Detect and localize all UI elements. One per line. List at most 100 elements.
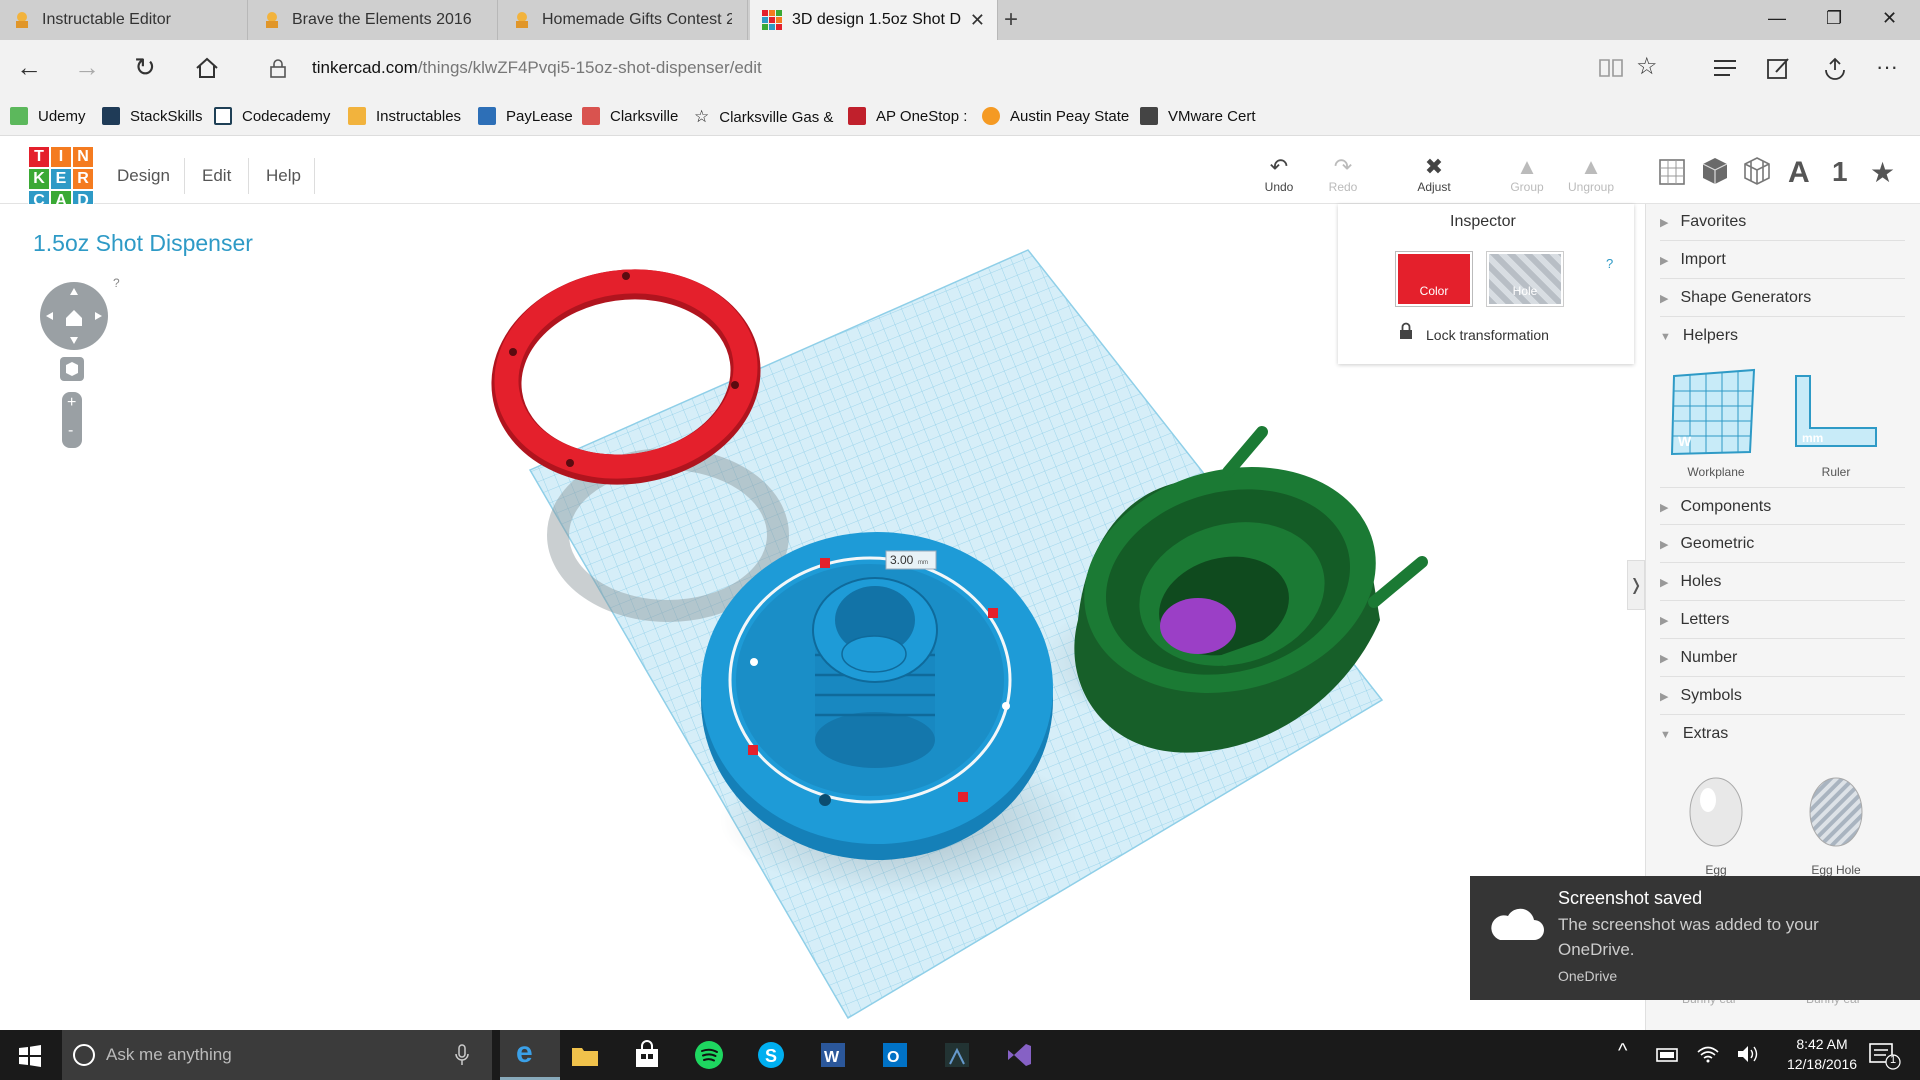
ungroup-button[interactable]: ▲ Ungroup [1561, 154, 1621, 194]
bookmark-clarksville[interactable]: Clarksville [582, 107, 678, 125]
microphone-icon[interactable] [454, 1044, 470, 1066]
menu-edit[interactable]: Edit [202, 166, 231, 186]
tab-instructable-editor[interactable]: Instructable Editor [0, 0, 248, 40]
outlook-icon[interactable]: O [880, 1040, 910, 1070]
file-explorer-icon[interactable] [570, 1040, 600, 1070]
workplane-helper[interactable]: W Workplane [1666, 366, 1766, 479]
visual-studio-icon[interactable] [1004, 1040, 1034, 1070]
category-number[interactable]: ▶ Number [1660, 639, 1905, 677]
wireframe-view-icon[interactable] [1742, 156, 1772, 186]
resize-handle[interactable] [988, 608, 998, 618]
menu-help[interactable]: Help [266, 166, 301, 186]
cortana-search-box[interactable]: Ask me anything [62, 1030, 492, 1080]
bookmark-paylease[interactable]: PayLease [478, 107, 573, 125]
hub-icon[interactable] [1712, 58, 1738, 78]
zoom-out-icon[interactable]: - [68, 422, 73, 440]
tab-3d-design[interactable]: 3D design 1.5oz Shot D ✕ [750, 0, 998, 40]
url-field[interactable]: tinkercad.com/things/klwZF4Pvqi5-15oz-sh… [312, 58, 762, 78]
tab-homemade-gifts[interactable]: Homemade Gifts Contest 2( [500, 0, 748, 40]
udemy-icon [10, 107, 28, 125]
zoom-in-icon[interactable]: + [67, 394, 76, 412]
bookmark-instructables[interactable]: Instructables [348, 107, 461, 125]
lock-transformation-label[interactable]: Lock transformation [1426, 327, 1549, 343]
category-geometric[interactable]: ▶ Geometric [1660, 525, 1905, 563]
group-button[interactable]: ▲ Group [1497, 154, 1557, 194]
bookmark-vmware[interactable]: VMware Cert [1140, 107, 1256, 125]
spotify-icon[interactable] [694, 1040, 724, 1070]
padlock-icon[interactable] [1399, 322, 1413, 340]
favorites-star-icon[interactable]: ★ [1870, 156, 1895, 189]
grid-view-icon[interactable] [1658, 158, 1686, 186]
view-cube-nav[interactable] [38, 280, 110, 352]
resize-handle[interactable] [958, 792, 968, 802]
number-shape-button[interactable]: 1 [1832, 156, 1848, 188]
nav-help-icon[interactable]: ? [113, 276, 120, 290]
bookmark-udemy[interactable]: Udemy [10, 107, 86, 125]
word-icon[interactable]: W [818, 1040, 848, 1070]
maximize-icon[interactable]: ❐ [1826, 8, 1842, 29]
dimension-label[interactable]: 3.00 mm [885, 550, 937, 570]
clock[interactable]: 8:42 AM 12/18/2016 [1770, 1034, 1874, 1074]
kindle-icon[interactable] [942, 1040, 972, 1070]
windows-start-icon[interactable] [18, 1044, 42, 1068]
share-icon[interactable] [1822, 56, 1848, 80]
color-swatch-button[interactable]: Color [1395, 251, 1473, 307]
reading-view-icon[interactable] [1598, 56, 1624, 80]
resize-handle[interactable] [748, 745, 758, 755]
close-window-icon[interactable]: ✕ [1882, 8, 1897, 29]
inspector-help-icon[interactable]: ? [1606, 256, 1613, 271]
category-letters[interactable]: ▶ Letters [1660, 601, 1905, 639]
expand-arrow-icon: ▶ [1660, 539, 1669, 551]
category-shape-generators[interactable]: ▶ Shape Generators [1660, 279, 1905, 317]
menu-design[interactable]: Design [117, 166, 170, 186]
bookmark-stackskills[interactable]: StackSkills [102, 107, 203, 125]
battery-icon[interactable] [1656, 1046, 1680, 1064]
minimize-icon[interactable]: — [1768, 8, 1786, 29]
codecademy-icon [214, 107, 232, 125]
category-import[interactable]: ▶ Import [1660, 241, 1905, 279]
collapse-arrow-icon: ▼ [1660, 331, 1671, 343]
text-shape-button[interactable]: A [1788, 156, 1810, 190]
hole-swatch-button[interactable]: Hole [1486, 251, 1564, 307]
undo-button[interactable]: ↶ Undo [1249, 154, 1309, 194]
forward-icon[interactable]: → [74, 52, 100, 83]
tinkercad-logo[interactable]: T I N K E R C A D [28, 146, 94, 212]
more-icon[interactable]: ··· [1876, 54, 1898, 80]
onedrive-notification[interactable]: Screenshot saved The screenshot was adde… [1470, 876, 1920, 1000]
ruler-helper[interactable]: mm Ruler [1786, 366, 1886, 479]
tab-brave-the-elements[interactable]: Brave the Elements 2016 [250, 0, 498, 40]
new-tab-button[interactable]: + [1004, 6, 1018, 34]
category-components[interactable]: ▶ Components [1660, 487, 1905, 525]
category-holes[interactable]: ▶ Holes [1660, 563, 1905, 601]
back-icon[interactable]: ← [16, 52, 42, 83]
store-icon[interactable] [632, 1040, 662, 1070]
category-symbols[interactable]: ▶ Symbols [1660, 677, 1905, 715]
redo-button[interactable]: ↷ Redo [1313, 154, 1373, 194]
show-hidden-icons[interactable]: ^ [1618, 1040, 1627, 1063]
wifi-icon[interactable] [1696, 1044, 1720, 1064]
adjust-button[interactable]: ✖ Adjust [1404, 154, 1464, 194]
skype-icon[interactable]: S [756, 1040, 786, 1070]
taskbar-edge[interactable]: e [500, 1030, 560, 1080]
category-favorites[interactable]: ▶ Favorites [1660, 203, 1905, 241]
web-note-icon[interactable] [1766, 56, 1792, 80]
box-view-icon[interactable] [1700, 156, 1730, 186]
bookmark-codecademy[interactable]: Codecademy [214, 107, 330, 125]
bookmark-austin-peay[interactable]: Austin Peay State [982, 107, 1129, 125]
favorite-star-icon[interactable]: ☆ [1636, 52, 1658, 81]
category-extras[interactable]: ▼ Extras [1660, 715, 1905, 753]
close-tab-icon[interactable]: ✕ [970, 10, 985, 31]
refresh-icon[interactable]: ↻ [134, 52, 156, 83]
blue-base-shape[interactable] [701, 532, 1053, 860]
egg-hole-shape-item[interactable]: Egg Hole [1786, 764, 1886, 877]
action-center-icon[interactable] [1868, 1042, 1902, 1070]
bookmark-ap-onestop[interactable]: AP OneStop : [848, 107, 967, 125]
collapse-panel-handle[interactable]: ❭ [1627, 560, 1645, 610]
category-helpers[interactable]: ▼ Helpers [1660, 317, 1905, 355]
rotate-handle[interactable] [820, 558, 830, 568]
volume-icon[interactable] [1736, 1044, 1760, 1064]
egg-shape-item[interactable]: Egg [1666, 764, 1766, 877]
home-icon[interactable] [194, 56, 220, 80]
home-view-button[interactable] [60, 357, 84, 381]
bookmark-clarksville-gas[interactable]: ☆ Clarksville Gas & [694, 107, 833, 127]
